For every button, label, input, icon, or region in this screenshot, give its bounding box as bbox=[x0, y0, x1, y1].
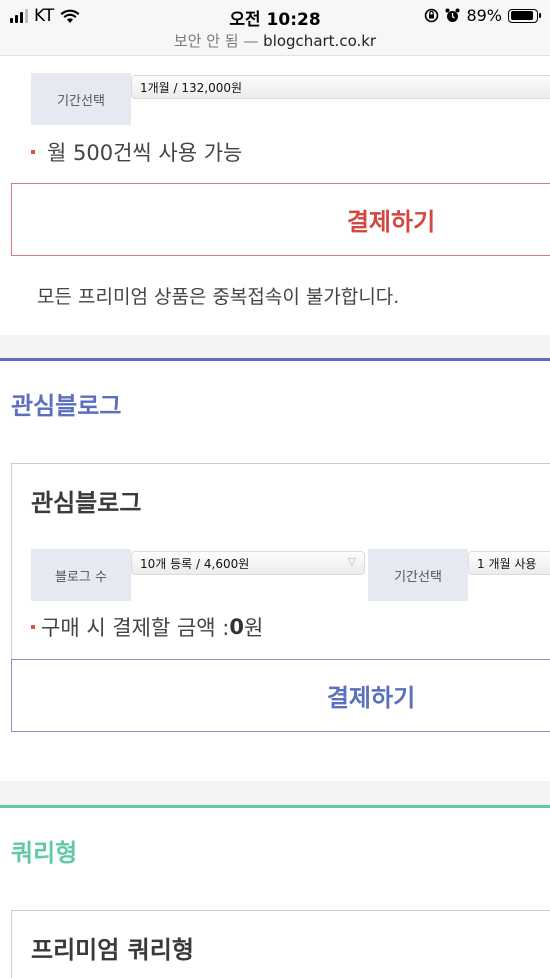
url-bar[interactable]: 보안 안 됨 — blogchart.co.kr bbox=[0, 30, 550, 56]
section-line bbox=[0, 358, 550, 361]
blog-count-label: 블로그 수 bbox=[31, 549, 131, 601]
period-select[interactable]: 1개월 / 132,000원 bbox=[131, 75, 550, 99]
feature-text: 월 500건씩 사용 가능 bbox=[47, 141, 243, 165]
period-label: 기간선택 bbox=[31, 73, 131, 125]
interest-period-select[interactable]: 1 개월 사용 bbox=[468, 551, 550, 575]
card-title-interest: 관심블로그 bbox=[31, 489, 142, 517]
purchase-amount: 구매 시 결제할 금액 : 0 원 bbox=[31, 612, 263, 642]
interest-pay-button[interactable]: 결제하기 bbox=[11, 659, 550, 732]
amount-prefix: 구매 시 결제할 금액 : bbox=[41, 616, 230, 640]
amount-value: 0 bbox=[229, 615, 244, 639]
feature-item: 월 500건씩 사용 가능 bbox=[31, 137, 242, 167]
status-bar: KT 오전 10:28 89% bbox=[0, 0, 550, 30]
section-divider bbox=[0, 781, 550, 805]
battery-fill bbox=[510, 11, 533, 20]
notice-text: 모든 프리미엄 상품은 중복접속이 불가합니다. bbox=[37, 286, 400, 308]
interest-period-label: 기간선택 bbox=[368, 549, 468, 601]
blog-count-value: 10개 등록 / 4,600원 bbox=[140, 557, 250, 571]
battery-percent: 89% bbox=[466, 6, 502, 25]
pay-button[interactable]: 결제하기 bbox=[11, 183, 550, 256]
section-title-query: 쿼리형 bbox=[11, 839, 78, 867]
section-divider bbox=[0, 335, 550, 358]
blog-count-select[interactable]: 10개 등록 / 4,600원 ▽ bbox=[131, 551, 365, 575]
bullet-icon bbox=[31, 150, 35, 154]
section-title-interest: 관심블로그 bbox=[11, 392, 122, 420]
section-line bbox=[0, 805, 550, 808]
status-right: 89% bbox=[424, 6, 541, 25]
url-host: blogchart.co.kr bbox=[263, 32, 377, 50]
amount-unit: 원 bbox=[243, 616, 264, 640]
battery-icon bbox=[508, 8, 541, 23]
rotation-lock-icon bbox=[425, 8, 439, 23]
card-title-query: 프리미엄 쿼리형 bbox=[31, 936, 194, 964]
chevron-down-icon: ▽ bbox=[347, 555, 356, 568]
bullet-icon bbox=[31, 625, 35, 629]
alarm-icon bbox=[445, 8, 460, 22]
security-warning: 보안 안 됨 — bbox=[173, 32, 259, 50]
